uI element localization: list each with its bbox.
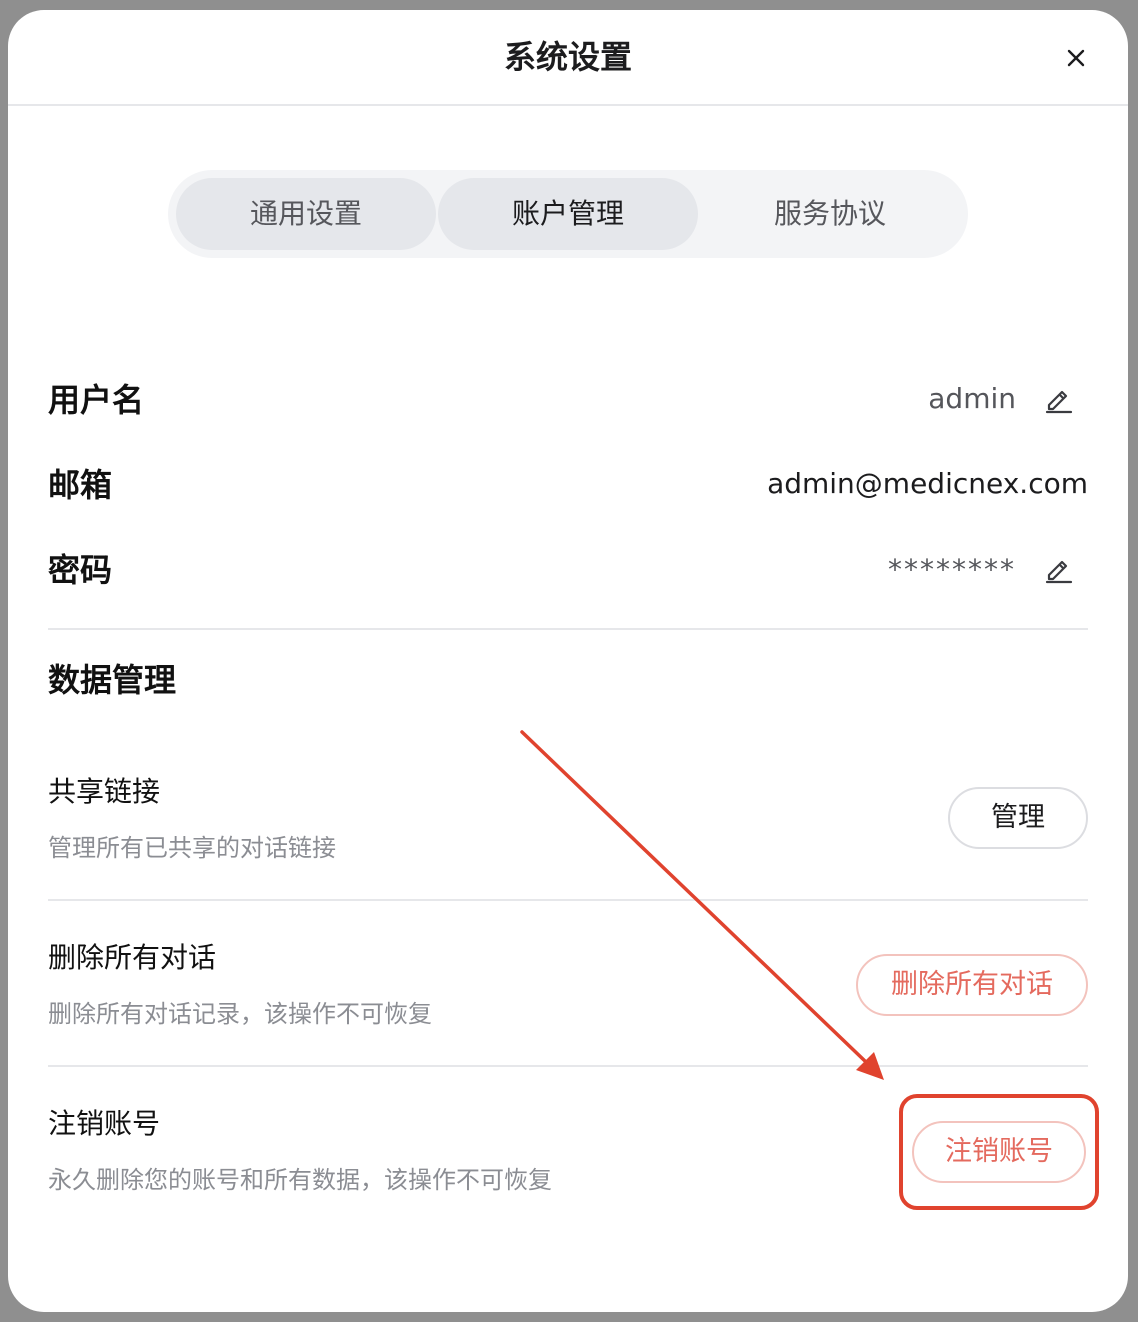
- data-management-title: 数据管理: [48, 661, 177, 699]
- divider: [48, 1065, 1088, 1067]
- password-label: 密码: [48, 551, 113, 589]
- username-label: 用户名: [48, 381, 145, 419]
- manage-share-links-button[interactable]: 管理: [948, 787, 1088, 849]
- pencil-icon: [1045, 390, 1073, 414]
- delete-account-desc: 永久删除您的账号和所有数据，该操作不可恢复: [48, 1166, 552, 1194]
- delete-chats-desc: 删除所有对话记录，该操作不可恢复: [48, 1000, 432, 1028]
- password-value: ********: [888, 553, 1016, 586]
- edit-password-button[interactable]: [1044, 554, 1074, 584]
- settings-tabs: 通用设置 账户管理 服务协议: [168, 170, 968, 258]
- username-value: admin: [928, 382, 1016, 415]
- pencil-icon: [1045, 560, 1073, 584]
- share-links-title: 共享链接: [48, 775, 161, 808]
- tab-terms[interactable]: 服务协议: [700, 178, 960, 250]
- close-icon: [1067, 49, 1085, 67]
- email-label: 邮箱: [48, 466, 113, 504]
- dialog-header: 系统设置: [8, 10, 1128, 106]
- delete-chats-title: 删除所有对话: [48, 941, 217, 974]
- highlight-box: [899, 1094, 1099, 1210]
- share-links-desc: 管理所有已共享的对话链接: [48, 834, 336, 862]
- tab-general[interactable]: 通用设置: [176, 178, 436, 250]
- close-button[interactable]: [1060, 42, 1092, 74]
- settings-dialog: 系统设置 通用设置 账户管理 服务协议 用户名 admin 邮箱 admin@m…: [8, 10, 1128, 1312]
- delete-account-title: 注销账号: [48, 1107, 161, 1140]
- divider: [48, 899, 1088, 901]
- edit-username-button[interactable]: [1044, 384, 1074, 414]
- tab-account[interactable]: 账户管理: [438, 178, 698, 250]
- divider: [48, 628, 1088, 630]
- delete-all-chats-button[interactable]: 删除所有对话: [856, 954, 1088, 1016]
- email-value: admin@medicnex.com: [767, 467, 1088, 500]
- dialog-title: 系统设置: [503, 38, 632, 76]
